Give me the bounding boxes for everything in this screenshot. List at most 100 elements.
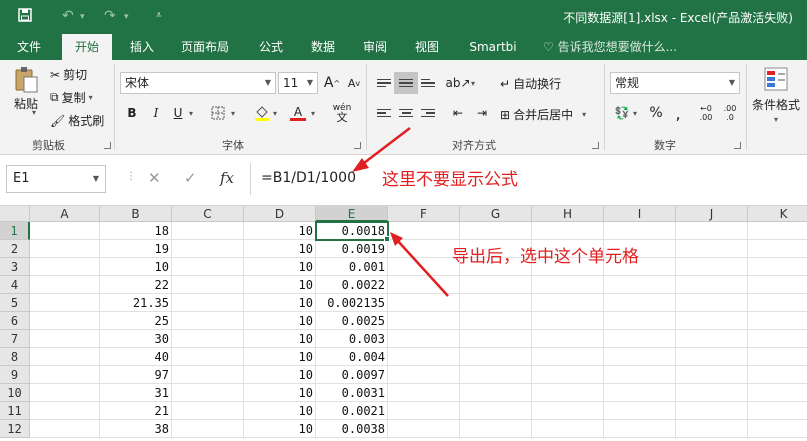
cell-g6[interactable]: [460, 312, 532, 330]
enter-icon[interactable]: ✓: [184, 169, 197, 187]
cell-i12[interactable]: [604, 420, 676, 438]
decrease-decimal-button[interactable]: .00.0: [718, 102, 742, 124]
cell-c5[interactable]: [172, 294, 244, 312]
cell-c4[interactable]: [172, 276, 244, 294]
cell-e11[interactable]: 0.0021: [316, 402, 388, 420]
cell-j6[interactable]: [676, 312, 748, 330]
cell-a12[interactable]: [30, 420, 100, 438]
cell-e5[interactable]: 0.002135: [316, 294, 388, 312]
cell-d1[interactable]: 10: [244, 222, 316, 240]
row-header-8[interactable]: 8: [0, 348, 30, 366]
font-color-dropdown-icon[interactable]: ▾: [308, 102, 318, 124]
cell-g7[interactable]: [460, 330, 532, 348]
cell-k8[interactable]: [748, 348, 807, 366]
comma-style-button[interactable]: ,: [666, 102, 690, 124]
tab-data[interactable]: 数据: [302, 34, 344, 60]
italic-button[interactable]: I: [144, 102, 168, 124]
cell-b9[interactable]: 97: [100, 366, 172, 384]
cell-c3[interactable]: [172, 258, 244, 276]
cell-f4[interactable]: [388, 276, 460, 294]
cell-f12[interactable]: [388, 420, 460, 438]
tab-home[interactable]: 开始: [62, 34, 112, 60]
cell-d9[interactable]: 10: [244, 366, 316, 384]
cell-a3[interactable]: [30, 258, 100, 276]
cell-i1[interactable]: [604, 222, 676, 240]
cell-e2[interactable]: 0.0019: [316, 240, 388, 258]
tab-formulas[interactable]: 公式: [250, 34, 292, 60]
cell-d12[interactable]: 10: [244, 420, 316, 438]
redo-dropdown-icon[interactable]: ▾: [124, 12, 129, 22]
cell-a10[interactable]: [30, 384, 100, 402]
decrease-indent-button[interactable]: ⇤: [446, 102, 470, 124]
cell-d8[interactable]: 10: [244, 348, 316, 366]
undo-icon[interactable]: ↶: [62, 8, 74, 24]
column-header-f[interactable]: F: [388, 206, 460, 222]
cell-h8[interactable]: [532, 348, 604, 366]
font-launcher-icon[interactable]: [354, 142, 361, 149]
cell-b3[interactable]: 10: [100, 258, 172, 276]
cell-a9[interactable]: [30, 366, 100, 384]
paste-button[interactable]: 粘贴: [10, 66, 42, 112]
cell-d10[interactable]: 10: [244, 384, 316, 402]
paste-dropdown-icon[interactable]: ▾: [32, 108, 36, 117]
cell-c6[interactable]: [172, 312, 244, 330]
cell-j5[interactable]: [676, 294, 748, 312]
cell-j3[interactable]: [676, 258, 748, 276]
column-header-a[interactable]: A: [30, 206, 100, 222]
row-header-5[interactable]: 5: [0, 294, 30, 312]
clipboard-launcher-icon[interactable]: [104, 142, 111, 149]
cell-i4[interactable]: [604, 276, 676, 294]
cell-b11[interactable]: 21: [100, 402, 172, 420]
cell-g5[interactable]: [460, 294, 532, 312]
column-header-c[interactable]: C: [172, 206, 244, 222]
cell-k9[interactable]: [748, 366, 807, 384]
cell-a8[interactable]: [30, 348, 100, 366]
cell-b6[interactable]: 25: [100, 312, 172, 330]
increase-decimal-button[interactable]: ←0.00: [694, 102, 718, 124]
cell-b4[interactable]: 22: [100, 276, 172, 294]
formula-input[interactable]: =B1/D1/1000: [250, 163, 802, 195]
row-header-6[interactable]: 6: [0, 312, 30, 330]
tab-review[interactable]: 审阅: [354, 34, 396, 60]
cell-j4[interactable]: [676, 276, 748, 294]
column-header-i[interactable]: I: [604, 206, 676, 222]
cell-k11[interactable]: [748, 402, 807, 420]
cell-h9[interactable]: [532, 366, 604, 384]
cell-j2[interactable]: [676, 240, 748, 258]
tab-page-layout[interactable]: 页面布局: [172, 34, 238, 60]
cell-k2[interactable]: [748, 240, 807, 258]
cell-i9[interactable]: [604, 366, 676, 384]
name-box[interactable]: E1 ▼: [6, 165, 106, 193]
cell-j11[interactable]: [676, 402, 748, 420]
cell-e1[interactable]: 0.0018: [315, 221, 389, 241]
cell-c8[interactable]: [172, 348, 244, 366]
cell-g11[interactable]: [460, 402, 532, 420]
cell-g1[interactable]: [460, 222, 532, 240]
cell-k1[interactable]: [748, 222, 807, 240]
font-color-button[interactable]: A: [286, 102, 310, 124]
font-name-select[interactable]: 宋体 ▼: [120, 72, 276, 94]
cell-e8[interactable]: 0.004: [316, 348, 388, 366]
cell-a6[interactable]: [30, 312, 100, 330]
redo-icon[interactable]: ↷: [104, 8, 116, 24]
cell-c7[interactable]: [172, 330, 244, 348]
cell-b8[interactable]: 40: [100, 348, 172, 366]
select-all-corner[interactable]: [0, 206, 30, 222]
cell-j10[interactable]: [676, 384, 748, 402]
cell-a1[interactable]: [30, 222, 100, 240]
cell-b5[interactable]: 21.35: [100, 294, 172, 312]
save-icon[interactable]: [18, 8, 32, 26]
cell-j7[interactable]: [676, 330, 748, 348]
cell-d6[interactable]: 10: [244, 312, 316, 330]
cell-j1[interactable]: [676, 222, 748, 240]
cell-f5[interactable]: [388, 294, 460, 312]
tab-file[interactable]: 文件: [6, 34, 52, 60]
row-header-2[interactable]: 2: [0, 240, 30, 258]
cell-f3[interactable]: [388, 258, 460, 276]
cell-c9[interactable]: [172, 366, 244, 384]
column-header-d[interactable]: D: [244, 206, 316, 222]
align-middle-button[interactable]: [394, 72, 418, 94]
cell-d5[interactable]: 10: [244, 294, 316, 312]
cell-d7[interactable]: 10: [244, 330, 316, 348]
cell-f1[interactable]: [388, 222, 460, 240]
